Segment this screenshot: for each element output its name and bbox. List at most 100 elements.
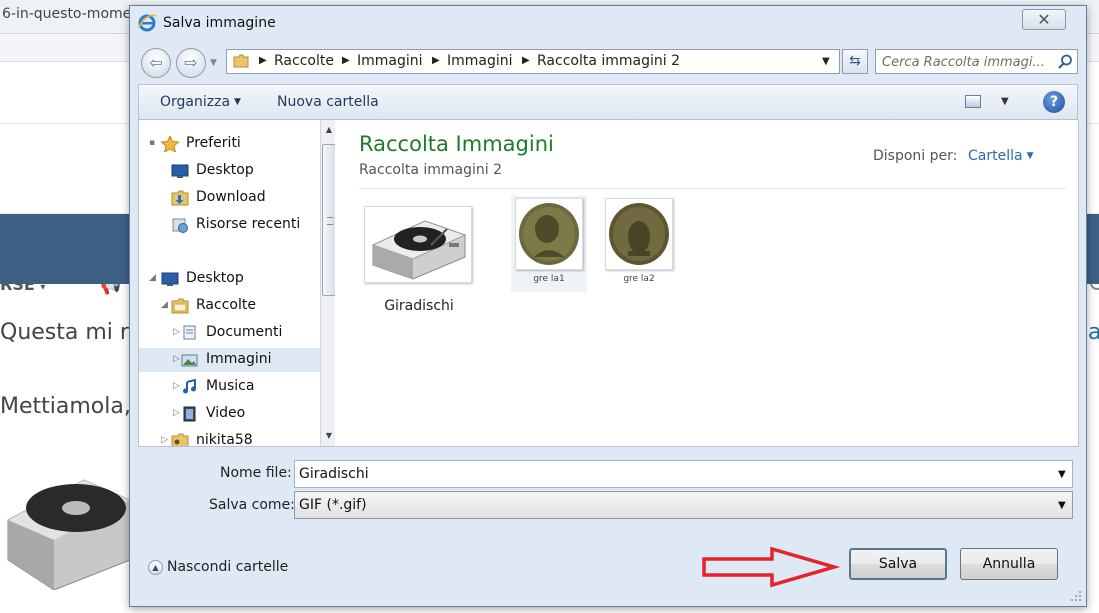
search-input[interactable] xyxy=(882,53,1052,71)
breadcrumb-separator-icon[interactable]: ▶ xyxy=(259,55,267,66)
tree-item-preferiti[interactable]: ▪ Preferiti xyxy=(139,132,320,156)
tree-item-label: Desktop xyxy=(186,270,244,286)
file-list-pane: Raccolta Immagini Raccolta immagini 2 Di… xyxy=(335,120,1079,447)
user-folder-icon xyxy=(171,433,189,446)
breadcrumb-bar[interactable]: ▶ Raccolte ▶ Immagini ▶ Immagini ▶ Racco… xyxy=(226,49,840,74)
file-name: gre la1 xyxy=(533,274,565,284)
post-meta-right-text: ag xyxy=(1088,453,1099,474)
tree-expand-icon[interactable]: ▷ xyxy=(161,435,168,445)
coin-image xyxy=(609,203,669,265)
tree-item-recent-places[interactable]: Risorse recenti xyxy=(139,213,320,237)
tree-expand-icon[interactable]: ▷ xyxy=(173,354,180,364)
refresh-button[interactable]: ⇆ xyxy=(842,49,868,74)
grip-icon xyxy=(327,217,333,225)
filename-value[interactable]: Giradischi xyxy=(299,466,369,482)
tree-item-raccolte[interactable]: ◢ Raccolte xyxy=(139,294,320,318)
close-button[interactable]: ✕ xyxy=(1022,9,1066,30)
chevron-up-icon: ▲ xyxy=(148,560,163,575)
organize-menu-button[interactable]: Organizza ▼ xyxy=(160,94,241,110)
chevron-down-icon[interactable]: ▼ xyxy=(1058,469,1066,480)
tree-expand-icon[interactable]: ▪ xyxy=(149,138,155,148)
breadcrumb-item[interactable]: Immagini xyxy=(357,53,423,69)
library-title: Raccolta Immagini xyxy=(359,132,554,156)
close-icon: ✕ xyxy=(1037,10,1051,29)
view-options-dropdown-icon[interactable]: ▼ xyxy=(1001,96,1009,107)
tree-item-label: Desktop xyxy=(196,162,254,178)
new-folder-button[interactable]: Nuova cartella xyxy=(277,94,379,110)
tree-item-desktop-fav[interactable]: Desktop xyxy=(139,159,320,183)
breadcrumb-separator-icon[interactable]: ▶ xyxy=(522,55,530,66)
tree-item-label: Risorse recenti xyxy=(196,216,301,232)
post-paragraph-2: Mettiamola, xyxy=(0,394,131,419)
save-as-type-label: Salva come: xyxy=(209,497,295,513)
tree-item-download[interactable]: Download xyxy=(139,186,320,210)
tree-expand-icon[interactable]: ◢ xyxy=(149,273,156,283)
search-box[interactable] xyxy=(875,49,1078,74)
video-icon xyxy=(183,406,196,422)
tree-item-immagini[interactable]: ▷ Immagini xyxy=(139,348,320,372)
tree-item-label: Video xyxy=(206,405,246,421)
content-divider xyxy=(359,188,1066,189)
tree-item-label: Raccolte xyxy=(196,297,256,313)
filename-field[interactable]: Giradischi ▼ xyxy=(294,460,1073,488)
browser-url-text: 6-in-questo-mome xyxy=(2,6,132,22)
tree-item-label: nikita58 xyxy=(196,432,253,447)
save-image-dialog: Salva immagine ✕ ⇦ ⇨ ▼ ▶ Raccolte ▶ Imma… xyxy=(129,5,1087,607)
dialog-titlebar[interactable]: Salva immagine ✕ xyxy=(130,6,1086,38)
back-button[interactable]: ⇦ xyxy=(141,48,171,78)
annotation-arrow-icon xyxy=(702,546,840,588)
tree-item-documenti[interactable]: ▷ Documenti xyxy=(139,321,320,345)
star-icon xyxy=(161,136,179,152)
desktop-icon xyxy=(171,164,189,178)
file-thumbnail xyxy=(605,198,673,270)
save-as-type-select[interactable]: GIF (*.gif) ▼ xyxy=(294,491,1073,519)
pictures-icon xyxy=(181,354,198,367)
breadcrumb-item[interactable]: Raccolte xyxy=(274,53,334,69)
refresh-icon: ⇆ xyxy=(849,53,861,69)
search-icon[interactable] xyxy=(1056,53,1074,71)
breadcrumb-separator-icon[interactable]: ▶ xyxy=(432,55,440,66)
save-as-type-value: GIF (*.gif) xyxy=(299,497,367,513)
tree-expand-icon[interactable]: ▷ xyxy=(173,408,180,418)
file-item-gre-la2[interactable]: gre la2 xyxy=(601,196,677,292)
address-row: ⇦ ⇨ ▼ ▶ Raccolte ▶ Immagini ▶ Immagini ▶… xyxy=(130,46,1086,80)
tree-expand-icon[interactable]: ▷ xyxy=(173,381,180,391)
address-dropdown-icon[interactable]: ▼ xyxy=(822,56,830,67)
filename-label: Nome file: xyxy=(220,465,292,481)
tree-expand-icon[interactable]: ◢ xyxy=(161,300,168,310)
tree-item-label: Documenti xyxy=(206,324,283,340)
change-view-icon[interactable] xyxy=(965,95,981,108)
breadcrumb-item[interactable]: Raccolta immagini 2 xyxy=(537,53,680,69)
breadcrumb-separator-icon[interactable]: ▶ xyxy=(342,55,350,66)
chevron-down-icon[interactable]: ▼ xyxy=(1058,500,1066,511)
tree-item-desktop[interactable]: ◢ Desktop xyxy=(139,267,320,291)
tree-expand-icon[interactable]: ▷ xyxy=(173,327,180,337)
resize-grip-icon[interactable] xyxy=(1070,590,1082,602)
hide-folders-toggle[interactable]: ▲ Nascondi cartelle xyxy=(148,559,288,575)
tree-item-label: Preferiti xyxy=(186,135,241,151)
post-paragraph-1-right: a xyxy=(1088,320,1099,345)
navigation-pane: ▪ Preferiti Desktop Download Risorse rec… xyxy=(138,120,335,447)
recent-locations-dropdown[interactable]: ▼ xyxy=(210,58,217,68)
breadcrumb-item[interactable]: Immagini xyxy=(447,53,513,69)
file-item-gre-la1[interactable]: gre la1 xyxy=(511,196,587,292)
internet-explorer-icon xyxy=(138,14,157,32)
file-item-giradischi[interactable]: Giradischi xyxy=(361,206,472,318)
help-icon[interactable]: ? xyxy=(1043,91,1065,113)
navigation-scrollbar[interactable]: ▲ ▼ xyxy=(320,120,335,446)
coin-image xyxy=(519,203,579,265)
forward-button[interactable]: ⇨ xyxy=(176,48,206,78)
music-icon xyxy=(183,379,196,394)
desktop-icon xyxy=(161,272,179,286)
scrollbar-thumb[interactable] xyxy=(322,144,335,296)
tree-item-musica[interactable]: ▷ Musica xyxy=(139,375,320,399)
turntable-image xyxy=(371,220,467,280)
scroll-up-icon[interactable]: ▲ xyxy=(321,122,335,138)
scroll-down-icon[interactable]: ▼ xyxy=(321,428,335,444)
save-button[interactable]: Salva xyxy=(849,548,947,580)
tree-item-video[interactable]: ▷ Video xyxy=(139,402,320,426)
recent-places-icon xyxy=(172,218,188,233)
arrange-by-dropdown[interactable]: Cartella ▼ xyxy=(968,148,1034,164)
tree-item-nikita58[interactable]: ▷ nikita58 xyxy=(139,429,320,447)
cancel-button[interactable]: Annulla xyxy=(960,548,1058,580)
